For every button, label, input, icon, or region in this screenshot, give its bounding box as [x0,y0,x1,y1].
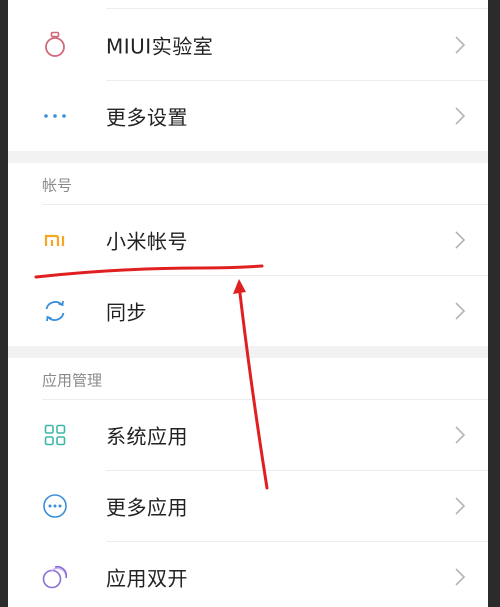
settings-item-label: MIUI实验室 [106,34,214,59]
grid-icon [42,422,68,448]
settings-item-more-apps[interactable]: 更多应用 [8,471,488,541]
settings-screen: MIUI实验室 更多设置 帐号 小米帐号 同步 应用管理 系统应用 更多应用 应… [8,0,488,607]
settings-item-miui-lab[interactable]: MIUI实验室 [8,10,488,80]
section-gap [8,346,488,358]
sync-icon [42,298,68,324]
settings-item-label: 同步 [106,300,147,325]
settings-item-label: 应用双开 [106,566,188,591]
chevron-right-icon [455,36,466,54]
settings-item-dual-apps[interactable]: 应用双开 [8,542,488,607]
flask-icon [42,31,68,58]
settings-item-label: 更多设置 [106,105,188,130]
settings-item-sync[interactable]: 同步 [8,276,488,346]
chevron-right-icon [455,426,466,444]
dual-app-icon [42,564,68,590]
settings-item-more-settings[interactable]: 更多设置 [8,81,488,151]
chevron-right-icon [455,497,466,515]
mi-logo-icon [42,227,68,253]
section-header-account: 帐号 [8,163,488,207]
settings-item-system-apps[interactable]: 系统应用 [8,400,488,470]
settings-item-label: 系统应用 [106,424,188,449]
section-gap [8,151,488,163]
settings-item-label: 小米帐号 [106,229,188,254]
more-circle-icon [42,493,68,519]
settings-item-mi-account[interactable]: 小米帐号 [8,205,488,275]
chevron-right-icon [455,107,466,125]
chevron-right-icon [455,568,466,586]
divider [106,8,488,9]
chevron-right-icon [455,302,466,320]
section-header-app-management: 应用管理 [8,358,488,402]
chevron-right-icon [455,231,466,249]
more-dots-icon [42,103,68,129]
section-header-label: 帐号 [42,176,73,195]
section-header-label: 应用管理 [42,371,103,390]
settings-item-label: 更多应用 [106,495,188,520]
